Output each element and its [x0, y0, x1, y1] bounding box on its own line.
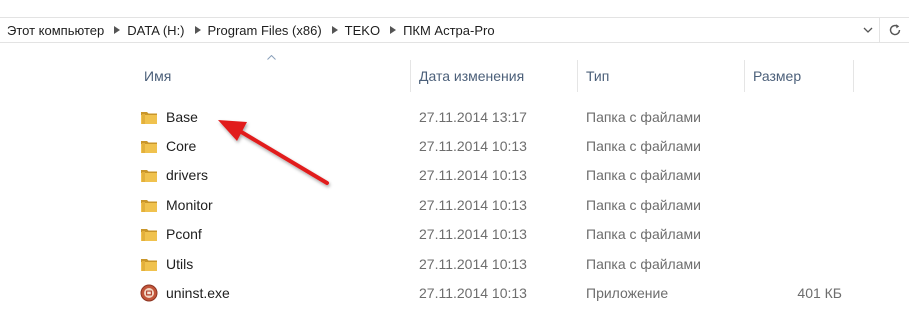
- chevron-right-icon[interactable]: [110, 26, 124, 34]
- chevron-right-icon[interactable]: [191, 26, 205, 34]
- file-name: uninst.exe: [166, 284, 230, 301]
- file-row-core[interactable]: Core 27.11.2014 10:13 Папка с файлами: [130, 131, 860, 160]
- file-date: 27.11.2014 10:13: [419, 255, 527, 272]
- folder-icon: [141, 111, 157, 124]
- file-row-base[interactable]: Base 27.11.2014 13:17 Папка с файлами: [130, 102, 860, 131]
- breadcrumb[interactable]: Этот компьютер DATA (H:) Program Files (…: [0, 18, 857, 42]
- file-name: Monitor: [166, 196, 213, 213]
- column-header-date[interactable]: Дата изменения: [419, 60, 524, 92]
- folder-icon: [141, 140, 157, 153]
- uninstaller-icon: [140, 284, 158, 301]
- file-date: 27.11.2014 10:13: [419, 284, 527, 301]
- file-row-uninst-exe[interactable]: uninst.exe 27.11.2014 10:13 Приложение 4…: [130, 278, 860, 307]
- column-divider[interactable]: [577, 60, 578, 92]
- file-date: 27.11.2014 10:13: [419, 196, 527, 213]
- file-name: drivers: [166, 166, 209, 183]
- column-divider[interactable]: [744, 60, 745, 92]
- column-header-type[interactable]: Тип: [586, 60, 609, 92]
- column-divider[interactable]: [853, 60, 854, 92]
- file-name: Utils: [166, 255, 194, 272]
- column-divider[interactable]: [410, 60, 411, 92]
- file-row-drivers[interactable]: drivers 27.11.2014 10:13 Папка с файлами: [130, 160, 860, 189]
- column-header-size[interactable]: Размер: [753, 60, 801, 92]
- refresh-icon: [889, 24, 900, 36]
- breadcrumb-this-pc[interactable]: Этот компьютер: [4, 23, 110, 38]
- chevron-down-icon: [863, 27, 873, 33]
- file-date: 27.11.2014 10:13: [419, 137, 527, 154]
- column-header-name[interactable]: Имя: [144, 60, 171, 92]
- file-name: Pconf: [166, 225, 202, 242]
- file-type: Папка с файлами: [586, 225, 701, 242]
- file-name: Core: [166, 137, 197, 154]
- breadcrumb-program-files[interactable]: Program Files (x86): [205, 23, 328, 38]
- file-name: Base: [166, 108, 198, 125]
- file-size: [754, 249, 842, 278]
- file-type: Папка с файлами: [586, 137, 701, 154]
- refresh-button[interactable]: [879, 18, 909, 42]
- chevron-right-icon[interactable]: [328, 26, 342, 34]
- address-bar[interactable]: Этот компьютер DATA (H:) Program Files (…: [0, 17, 909, 43]
- breadcrumb-teko[interactable]: TEKO: [342, 23, 386, 38]
- file-date: 27.11.2014 13:17: [419, 108, 527, 125]
- file-size: [754, 190, 842, 219]
- file-type: Приложение: [586, 284, 669, 301]
- file-type: Папка с файлами: [586, 196, 701, 213]
- folder-icon: [141, 228, 157, 241]
- folder-icon: [141, 258, 157, 271]
- sort-ascending-icon: [267, 55, 276, 60]
- file-type: Папка с файлами: [586, 108, 701, 125]
- file-date: 27.11.2014 10:13: [419, 225, 527, 242]
- file-row-pconf[interactable]: Pconf 27.11.2014 10:13 Папка с файлами: [130, 219, 860, 248]
- column-header-bar: Имя Дата изменения Тип Размер: [130, 55, 856, 92]
- file-size: [754, 219, 842, 248]
- folder-icon: [141, 169, 157, 182]
- file-size: [754, 102, 842, 131]
- file-row-utils[interactable]: Utils 27.11.2014 10:13 Папка с файлами: [130, 249, 860, 278]
- chevron-right-icon[interactable]: [386, 26, 400, 34]
- file-type: Папка с файлами: [586, 255, 701, 272]
- file-size: [754, 131, 842, 160]
- file-type: Папка с файлами: [586, 166, 701, 183]
- file-date: 27.11.2014 10:13: [419, 166, 527, 183]
- folder-icon: [141, 199, 157, 212]
- breadcrumb-current-folder[interactable]: ПКМ Астра-Pro: [400, 23, 501, 38]
- breadcrumb-drive[interactable]: DATA (H:): [124, 23, 190, 38]
- address-history-dropdown[interactable]: [857, 18, 879, 42]
- file-size: [754, 160, 842, 189]
- file-size: 401 КБ: [797, 284, 842, 301]
- file-row-monitor[interactable]: Monitor 27.11.2014 10:13 Папка с файлами: [130, 190, 860, 219]
